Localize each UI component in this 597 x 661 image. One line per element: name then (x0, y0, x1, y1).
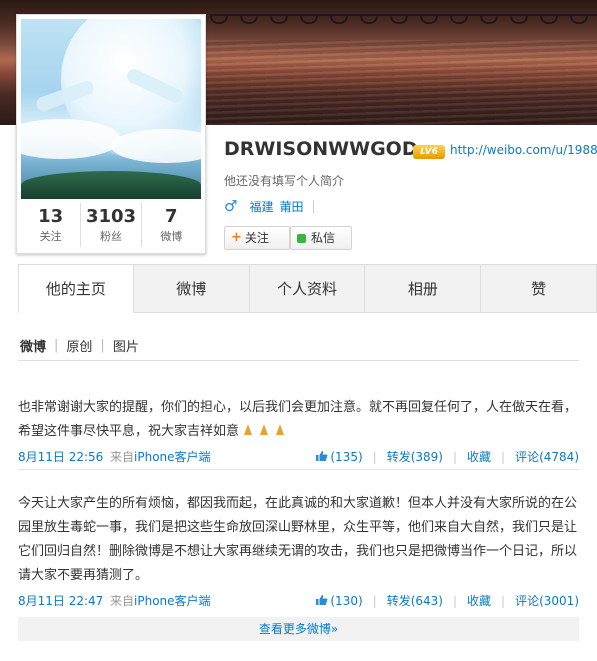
tab-home[interactable]: 他的主页 (18, 265, 134, 313)
profile-stats: 13 关注 3103 粉丝 7 微博 (21, 203, 201, 247)
avatar-card: 13 关注 3103 粉丝 7 微博 (16, 14, 206, 254)
plus-icon: + (231, 230, 242, 245)
repost-link[interactable]: 转发(643) (387, 592, 443, 609)
stat-followers[interactable]: 3103 粉丝 (81, 203, 142, 247)
stat-following[interactable]: 13 关注 (21, 203, 82, 247)
post-time-link[interactable]: 8月11日 22:56 (18, 448, 103, 465)
tab-profile-info[interactable]: 个人资料 (249, 265, 366, 313)
message-label: 私信 (311, 231, 336, 245)
thumbs-up-icon (316, 595, 328, 605)
repost-link[interactable]: 转发(389) (387, 448, 443, 465)
location-province-link[interactable]: 福建 (249, 198, 273, 215)
divider: | (501, 449, 506, 464)
vip-badge-icon[interactable]: LV6 (413, 145, 445, 159)
praying-hands-icon (276, 424, 285, 435)
feed-filter: 微博 | 原创 | 图片 (20, 336, 139, 355)
post-item: 今天让大家产生的所有烦恼，都因我而起，在此真诚的和大家道歉！但本人并没有大家所说… (18, 492, 579, 612)
post-actions: (135) | 转发(389) | 收藏 | 评论(4784) (315, 448, 579, 465)
profile-location-row: ♂ 福建 莆田 | (224, 197, 324, 215)
follow-button[interactable]: + 关注 (224, 226, 290, 250)
message-button[interactable]: 私信 (290, 226, 352, 250)
post-text: 也非常谢谢大家的提醒，你们的担心，以后我们会更加注意。就不再回复任何了，人在做天… (18, 400, 578, 439)
comment-link[interactable]: 评论(3001) (515, 592, 579, 609)
post-item: 也非常谢谢大家的提醒，你们的担心，以后我们会更加注意。就不再回复任何了，人在做天… (18, 396, 579, 468)
stat-value: 3103 (85, 206, 137, 227)
favorite-link[interactable]: 收藏 (467, 448, 491, 465)
avatar[interactable] (21, 19, 201, 199)
divider (18, 469, 579, 470)
divider: | (501, 593, 506, 608)
tab-weibo[interactable]: 微博 (133, 265, 250, 313)
follow-label: 关注 (244, 231, 269, 245)
profile-url-link[interactable]: http://weibo.com/u/19886 (450, 143, 597, 157)
like-button[interactable]: (130) (315, 593, 363, 608)
post-meta: 8月11日 22:56 来自iPhone客户端 (135) | 转发(389) … (18, 448, 579, 468)
message-icon (297, 233, 306, 243)
stat-label: 粉丝 (99, 230, 122, 243)
profile-tabs: 他的主页 微博 个人资料 相册 赞 (18, 264, 597, 313)
tab-likes[interactable]: 赞 (481, 265, 597, 313)
male-icon: ♂ (224, 197, 238, 215)
filter-images[interactable]: 图片 (113, 336, 139, 355)
praying-hands-icon (260, 424, 269, 435)
praying-hands-icon (244, 424, 253, 435)
post-actions: (130) | 转发(643) | 收藏 | 评论(3001) (315, 592, 579, 609)
stat-label: 微博 (160, 230, 183, 243)
divider: | (452, 593, 458, 608)
filter-original[interactable]: 原创 (66, 336, 92, 355)
post-meta: 8月11日 22:47 来自iPhone客户端 (130) | 转发(643) … (18, 592, 579, 612)
divider: | (372, 449, 377, 464)
like-button[interactable]: (135) (315, 449, 363, 464)
bridge-decoration (210, 14, 597, 26)
stat-value: 7 (165, 206, 178, 227)
divider: | (100, 338, 105, 353)
filter-all[interactable]: 微博 (20, 336, 46, 355)
divider: | (54, 338, 59, 353)
location-city-link[interactable]: 莆田 (279, 198, 303, 215)
post-time-link[interactable]: 8月11日 22:47 (18, 592, 103, 609)
stat-value: 13 (38, 206, 64, 227)
divider (18, 360, 579, 361)
favorite-link[interactable]: 收藏 (467, 592, 491, 609)
post-source: 来自iPhone客户端 (110, 594, 211, 608)
comment-link[interactable]: 评论(4784) (515, 448, 579, 465)
divider: | (452, 449, 458, 464)
thumbs-up-icon (316, 451, 328, 461)
stat-label: 关注 (39, 230, 62, 243)
sea-water (200, 40, 597, 125)
stat-posts[interactable]: 7 微博 (142, 203, 201, 247)
post-source: 来自iPhone客户端 (110, 450, 211, 464)
divider: | (372, 593, 377, 608)
profile-intro: 他还没有填写个人简介 (224, 174, 345, 188)
tab-album[interactable]: 相册 (365, 265, 482, 313)
view-more-link[interactable]: 查看更多微博» (18, 617, 579, 641)
profile-name: DRWISONWWGOD (224, 138, 418, 160)
source-app-link[interactable]: iPhone客户端 (134, 450, 211, 464)
source-app-link[interactable]: iPhone客户端 (134, 594, 211, 608)
post-text: 今天让大家产生的所有烦恼，都因我而起，在此真诚的和大家道歉！但本人并没有大家所说… (18, 496, 578, 583)
divider: | (311, 199, 316, 213)
